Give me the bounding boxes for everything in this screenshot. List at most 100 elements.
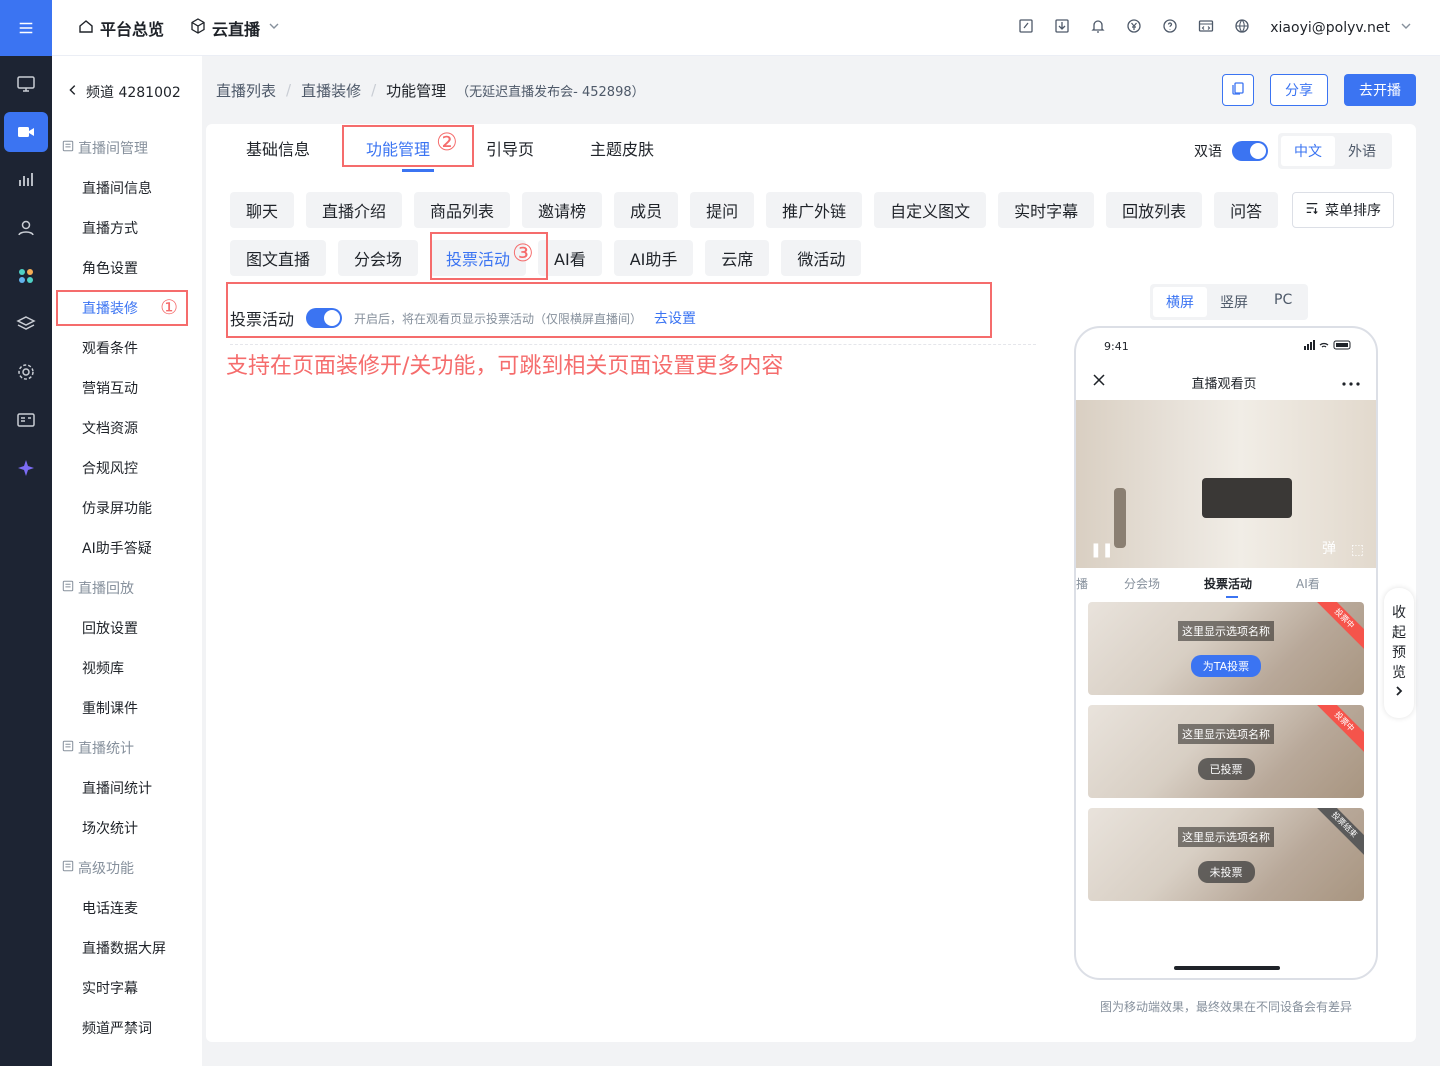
layers-icon[interactable]	[4, 304, 48, 344]
sidebar-item[interactable]: 直播装修 ①	[52, 288, 202, 328]
phone-tab[interactable]: AI看	[1296, 575, 1320, 592]
sidebar-item[interactable]: 角色设置	[52, 248, 202, 288]
feature-chip[interactable]: 分会场	[338, 240, 419, 276]
feature-chip[interactable]: 云席	[705, 240, 770, 276]
feature-chip[interactable]: 直播介绍	[306, 192, 403, 228]
feature-chip[interactable]: 图文直播	[230, 240, 327, 276]
bilingual-toggle[interactable]	[1232, 141, 1268, 161]
pause-icon[interactable]: ❚❚	[1090, 542, 1113, 558]
menu-sort-label: 菜单排序	[1325, 203, 1381, 219]
user-email: xiaoyi@polyv.net	[1270, 19, 1390, 36]
breadcrumb-item[interactable]: 直播列表	[216, 80, 276, 101]
view-landscape[interactable]: 横屏	[1153, 287, 1207, 317]
menu-sort-button[interactable]: 菜单排序	[1292, 192, 1394, 228]
feature-chip[interactable]: AI助手	[613, 240, 694, 276]
settings-icon[interactable]	[4, 352, 48, 392]
nav-platform-overview[interactable]: 平台总览	[78, 16, 164, 40]
video-camera-icon[interactable]	[4, 112, 48, 152]
sidebar-item-label: 回放设置	[82, 621, 138, 637]
user-icon[interactable]	[4, 208, 48, 248]
tab-theme-skin[interactable]: 主题皮肤	[590, 124, 654, 172]
sidebar-item[interactable]: 直播间信息	[52, 168, 202, 208]
help-icon[interactable]	[1162, 18, 1178, 38]
sidebar-item[interactable]: 营销互动	[52, 368, 202, 408]
feature-chip[interactable]: 问答	[1214, 192, 1279, 228]
tab-guide-page[interactable]: 引导页	[486, 124, 534, 172]
monitor-icon[interactable]	[4, 64, 48, 104]
sidebar-item[interactable]: 直播方式	[52, 208, 202, 248]
feature-chip[interactable]: 微活动	[781, 240, 862, 276]
id-card-icon[interactable]	[4, 400, 48, 440]
vote-button[interactable]: 为TA投票	[1190, 654, 1262, 677]
main-panel: 基础信息 功能管理 引导页 主题皮肤 ② 双语 中文 外语 聊天 直播介绍 商品列表…	[206, 124, 1416, 1042]
edit-note-icon[interactable]	[1018, 18, 1034, 38]
sidebar-item[interactable]: 电话连麦	[52, 888, 202, 928]
phone-tab[interactable]: 分会场	[1124, 575, 1160, 592]
feature-toggle[interactable]	[306, 308, 343, 328]
sidebar-item[interactable]: 直播数据大屏	[52, 928, 202, 968]
app-rail	[0, 0, 52, 1066]
bell-icon[interactable]	[1090, 18, 1106, 38]
sidebar-item[interactable]: 直播间统计	[52, 768, 202, 808]
channel-back[interactable]: 频道 4281002	[52, 56, 202, 128]
barrage-icon[interactable]: 弹	[1322, 538, 1336, 558]
not-voted-badge: 未投票	[1197, 860, 1255, 883]
feature-chip[interactable]: 成员	[614, 192, 679, 228]
sidebar-item[interactable]: 频道严禁词	[52, 1008, 202, 1048]
sidebar-item[interactable]: AI助手答疑	[52, 528, 202, 568]
collapse-preview-button[interactable]: 收 起 预 览	[1384, 588, 1414, 718]
video-player[interactable]: ❚❚ 弹 ⬚	[1076, 400, 1376, 568]
code-window-icon[interactable]	[1198, 18, 1214, 38]
feature-chip[interactable]: 实时字幕	[998, 192, 1095, 228]
lang-option-chinese[interactable]: 中文	[1281, 136, 1335, 166]
channel-label: 频道 4281002	[86, 85, 181, 101]
feature-chip[interactable]: 自定义图文	[874, 192, 987, 228]
menu-icon[interactable]	[0, 0, 52, 56]
sidebar-item[interactable]: 视频库	[52, 648, 202, 688]
language-segment: 中文 外语	[1278, 133, 1392, 169]
go-settings-link[interactable]: 去设置	[654, 308, 696, 328]
share-button[interactable]: 分享	[1270, 74, 1328, 106]
breadcrumb-separator: /	[286, 81, 292, 99]
feature-chip[interactable]: 回放列表	[1106, 192, 1203, 228]
apps-icon[interactable]	[4, 256, 48, 296]
view-pc[interactable]: PC	[1261, 287, 1305, 317]
feature-chip[interactable]: 推广外链	[766, 192, 863, 228]
bilingual-control: 双语 中文 外语	[1194, 133, 1392, 169]
rotate-screen-icon[interactable]: ⬚	[1351, 542, 1364, 558]
yuan-icon[interactable]	[1126, 18, 1142, 38]
phone-title: 直播观看页	[1191, 376, 1257, 392]
breadcrumb-item[interactable]: 直播装修	[301, 80, 361, 101]
sidebar-item[interactable]: 观看条件	[52, 328, 202, 368]
tab-basic-info[interactable]: 基础信息	[246, 124, 310, 172]
sidebar-item[interactable]: 仿录屏功能	[52, 488, 202, 528]
step-marker-1: ①	[160, 295, 178, 319]
copy-button[interactable]	[1222, 74, 1254, 106]
sidebar-item[interactable]: 重制课件	[52, 688, 202, 728]
sidebar-item[interactable]: 实时字幕	[52, 968, 202, 1008]
globe-icon[interactable]	[1234, 18, 1250, 38]
bar-chart-icon[interactable]	[4, 160, 48, 200]
sidebar-item[interactable]: 回放设置	[52, 608, 202, 648]
sidebar-item[interactable]: 合规风控	[52, 448, 202, 488]
feature-chip[interactable]: 邀请榜	[522, 192, 603, 228]
sidebar-item-label: 实时字幕	[82, 981, 138, 997]
close-icon[interactable]	[1092, 373, 1106, 391]
more-icon[interactable]	[1342, 375, 1360, 390]
start-live-button[interactable]: 去开播	[1344, 74, 1416, 106]
feature-chip[interactable]: 提问	[690, 192, 755, 228]
collapse-char: 览	[1392, 665, 1406, 681]
view-portrait[interactable]: 竖屏	[1207, 287, 1261, 317]
download-icon[interactable]	[1054, 18, 1070, 38]
ai-sparkle-icon[interactable]	[4, 448, 48, 488]
feature-chip[interactable]: 聊天	[230, 192, 295, 228]
phone-tab[interactable]: 播	[1076, 575, 1088, 592]
sidebar-item[interactable]: 场次统计	[52, 808, 202, 848]
nav-cloud-live[interactable]: 云直播	[190, 16, 282, 40]
feature-chip[interactable]: 商品列表	[414, 192, 511, 228]
phone-tab-active[interactable]: 投票活动	[1204, 575, 1252, 598]
sidebar-item[interactable]: 文档资源	[52, 408, 202, 448]
lang-option-foreign[interactable]: 外语	[1335, 136, 1389, 166]
nav-label: 平台总览	[100, 19, 165, 39]
user-menu[interactable]: xiaoyi@polyv.net	[1270, 18, 1414, 38]
